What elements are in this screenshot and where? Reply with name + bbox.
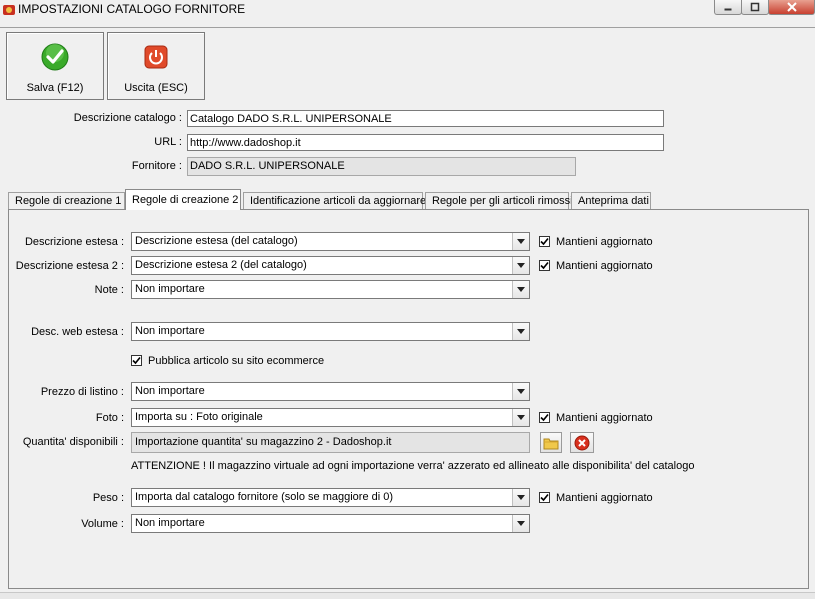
web-description-label: Desc. web estesa :	[31, 326, 124, 338]
list-price-select[interactable]: Non importare	[131, 382, 530, 401]
keep-updated-label: Mantieni aggiornato	[556, 492, 653, 504]
photo-value: Importa su : Foto originale	[135, 411, 263, 423]
keep-updated-label: Mantieni aggiornato	[556, 260, 653, 272]
publish-ecommerce-checkbox[interactable]	[131, 355, 142, 366]
publish-ecommerce-label: Pubblica articolo su sito ecommerce	[148, 355, 325, 367]
dropdown-arrow[interactable]	[512, 233, 529, 250]
dropdown-arrow[interactable]	[512, 257, 529, 274]
chevron-down-icon	[517, 287, 525, 292]
volume-label: Volume :	[81, 518, 124, 530]
chevron-down-icon	[517, 389, 525, 394]
checkmark-icon	[540, 493, 549, 502]
keep-updated-checkbox-desc2[interactable]	[539, 260, 550, 271]
web-description-select[interactable]: Non importare	[131, 322, 530, 341]
available-quantity-label: Quantita' disponibili :	[22, 436, 124, 448]
chevron-down-icon	[517, 521, 525, 526]
weight-label: Peso :	[92, 492, 124, 504]
exit-button-label: Uscita (ESC)	[124, 82, 188, 94]
minimize-icon	[724, 8, 732, 11]
tab-data-preview[interactable]: Anteprima dati	[571, 192, 651, 209]
supplier-field: DADO S.R.L. UNIPERSONALE	[187, 157, 576, 176]
extended-description-value: Descrizione estesa (del catalogo)	[135, 235, 298, 247]
catalog-description-label: Descrizione catalogo :	[73, 112, 182, 124]
maximize-button[interactable]	[741, 0, 769, 15]
note-select[interactable]: Non importare	[131, 280, 530, 299]
keep-updated-checkbox-desc[interactable]	[539, 236, 550, 247]
checkmark-icon	[41, 43, 69, 71]
dropdown-arrow[interactable]	[512, 489, 529, 506]
extended-description-2-select[interactable]: Descrizione estesa 2 (del catalogo)	[131, 256, 530, 275]
extended-description-label: Descrizione estesa :	[24, 236, 124, 248]
power-icon	[144, 45, 168, 69]
photo-label: Foto :	[95, 412, 124, 424]
url-field[interactable]: http://www.dadoshop.it	[187, 134, 664, 151]
photo-select[interactable]: Importa su : Foto originale	[131, 408, 530, 427]
save-button[interactable]: Salva (F12)	[6, 32, 104, 100]
toolbar: Salva (F12) Uscita (ESC)	[0, 27, 815, 102]
delete-icon	[574, 435, 590, 451]
chevron-down-icon	[517, 495, 525, 500]
tab-identify-articles[interactable]: Identificazione articoli da aggiornare	[243, 192, 426, 209]
window-title: IMPOSTAZIONI CATALOGO FORNITORE	[18, 2, 246, 16]
url-label: URL :	[154, 136, 182, 148]
folder-icon	[543, 438, 559, 450]
tab-creation-rules-2[interactable]: Regole di creazione 2	[125, 189, 241, 210]
chevron-down-icon	[517, 329, 525, 334]
extended-description-select[interactable]: Descrizione estesa (del catalogo)	[131, 232, 530, 251]
list-price-value: Non importare	[135, 385, 205, 397]
close-button[interactable]	[768, 0, 815, 15]
checkmark-icon	[540, 261, 549, 270]
keep-updated-checkbox-weight[interactable]	[539, 492, 550, 503]
app-icon	[3, 5, 15, 15]
keep-updated-label: Mantieni aggiornato	[556, 412, 653, 424]
tab-removed-articles-rules[interactable]: Regole per gli articoli rimossi	[425, 192, 573, 209]
dropdown-arrow[interactable]	[512, 409, 529, 426]
checkmark-icon	[132, 356, 141, 365]
extended-description-2-value: Descrizione estesa 2 (del catalogo)	[135, 259, 307, 271]
available-quantity-field: Importazione quantita' su magazzino 2 - …	[131, 432, 530, 453]
clear-button[interactable]	[570, 432, 594, 453]
dropdown-arrow[interactable]	[512, 515, 529, 532]
list-price-label: Prezzo di listino :	[40, 386, 124, 398]
minimize-button[interactable]	[714, 0, 742, 15]
web-description-value: Non importare	[135, 325, 205, 337]
dropdown-arrow[interactable]	[512, 323, 529, 340]
title-bar: IMPOSTAZIONI CATALOGO FORNITORE	[0, 0, 815, 20]
chevron-down-icon	[517, 415, 525, 420]
exit-button[interactable]: Uscita (ESC)	[107, 32, 205, 100]
browse-folder-button[interactable]	[540, 432, 562, 453]
checkmark-icon	[540, 413, 549, 422]
maximize-icon	[750, 2, 760, 12]
dropdown-arrow[interactable]	[512, 383, 529, 400]
extended-description-2-label: Descrizione estesa 2 :	[15, 260, 124, 272]
weight-select[interactable]: Importa dal catalogo fornitore (solo se …	[131, 488, 530, 507]
weight-value: Importa dal catalogo fornitore (solo se …	[135, 491, 394, 503]
supplier-label: Fornitore :	[131, 160, 182, 172]
catalog-description-field[interactable]: Catalogo DADO S.R.L. UNIPERSONALE	[187, 110, 664, 127]
checkmark-icon	[540, 237, 549, 246]
volume-value: Non importare	[135, 517, 205, 529]
save-button-label: Salva (F12)	[26, 82, 84, 94]
dropdown-arrow[interactable]	[512, 281, 529, 298]
keep-updated-label: Mantieni aggiornato	[556, 236, 653, 248]
volume-select[interactable]: Non importare	[131, 514, 530, 533]
keep-updated-checkbox-photo[interactable]	[539, 412, 550, 423]
chevron-down-icon	[517, 263, 525, 268]
note-value: Non importare	[135, 283, 205, 295]
chevron-down-icon	[517, 239, 525, 244]
tab-creation-rules-1[interactable]: Regole di creazione 1	[8, 192, 125, 209]
close-icon	[786, 2, 797, 12]
note-label: Note :	[94, 284, 124, 296]
warning-text: ATTENZIONE ! Il magazzino virtuale ad og…	[131, 460, 695, 472]
